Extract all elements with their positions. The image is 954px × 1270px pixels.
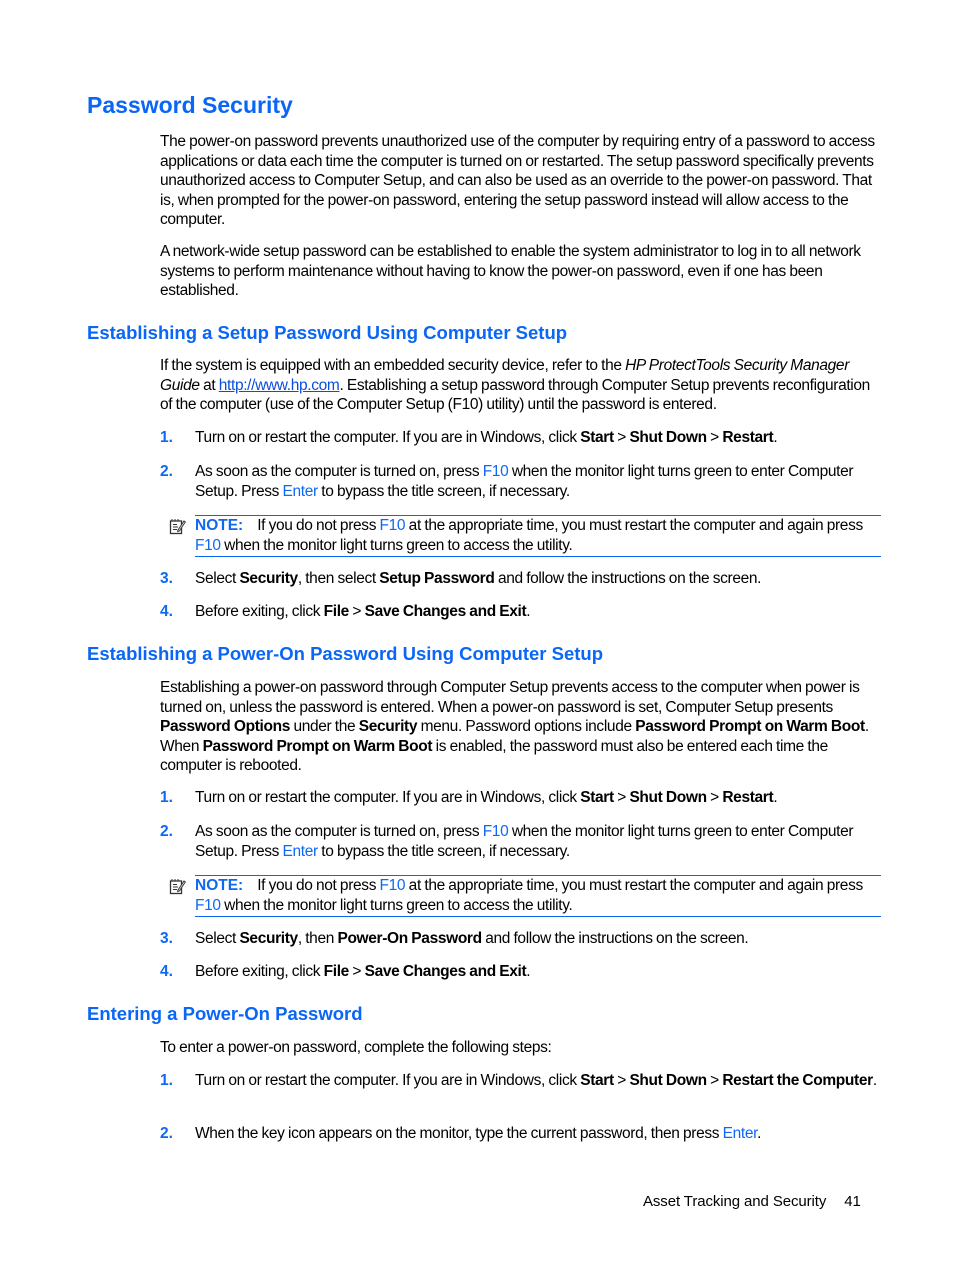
- section2-step-1: 1. Turn on or restart the computer. If y…: [160, 789, 778, 806]
- step-number: 1.: [160, 789, 173, 806]
- section-heading-setup-password: Establishing a Setup Password Using Comp…: [87, 322, 568, 343]
- step-number: 4.: [160, 603, 173, 620]
- section2-step-3: 3. Select Security, then Power-On Passwo…: [160, 930, 749, 947]
- step-number: 2.: [160, 463, 173, 480]
- section2-step-2: 2. As soon as the computer is turned on,…: [160, 823, 854, 860]
- step-number: 3.: [160, 930, 173, 947]
- intro-paragraph-1: The power-on password prevents unauthori…: [160, 133, 875, 228]
- step-number: 1.: [160, 1072, 173, 1089]
- note-label: NOTE:: [195, 517, 244, 534]
- step-number: 4.: [160, 963, 173, 980]
- section-heading-power-on-password: Establishing a Power-On Password Using C…: [87, 643, 604, 664]
- note-label: NOTE:: [195, 877, 244, 894]
- section2-paragraph: Establishing a power-on password through…: [160, 679, 869, 774]
- section1-step-1: 1. Turn on or restart the computer. If y…: [160, 429, 778, 446]
- page-title: Password Security: [87, 92, 293, 118]
- note-icon: [169, 879, 186, 895]
- section-heading-entering-password: Entering a Power-On Password: [87, 1003, 363, 1024]
- key-enter: Enter: [722, 1125, 758, 1142]
- section3-step-1: 1. Turn on or restart the computer. If y…: [160, 1072, 877, 1089]
- key-enter: Enter: [282, 482, 319, 500]
- step-number: 2.: [160, 1125, 173, 1142]
- step-number: 1.: [160, 429, 173, 446]
- key-enter: Enter: [282, 842, 319, 860]
- section1-step-2: 2. As soon as the computer is turned on,…: [160, 463, 854, 500]
- section1-note: NOTE: If you do not press F10 at the appr…: [169, 515, 881, 557]
- step-number: 2.: [160, 823, 173, 840]
- section1-step-4: 4. Before exiting, click File > Save Cha…: [160, 603, 531, 620]
- section1-paragraph: If the system is equipped with an embedd…: [160, 357, 870, 413]
- page-footer: Asset Tracking and Security 41: [643, 1193, 861, 1210]
- key-f10: F10: [482, 823, 509, 840]
- intro-paragraph-2: A network-wide setup password can be est…: [160, 243, 861, 299]
- section1-step-3: 3. Select Security, then select Setup Pa…: [160, 570, 762, 587]
- key-f10: F10: [482, 463, 509, 480]
- section2-step-4: 4. Before exiting, click File > Save Cha…: [160, 963, 531, 980]
- step-number: 3.: [160, 570, 173, 587]
- hp-website-link[interactable]: http://www.hp.com: [219, 377, 340, 394]
- footer-section-title: Asset Tracking and Security: [643, 1193, 827, 1210]
- section2-note: NOTE: If you do not press F10 at the appr…: [169, 875, 881, 917]
- page-number: 41: [844, 1193, 861, 1210]
- note-icon: [169, 519, 186, 535]
- section3-paragraph: To enter a power-on password, complete t…: [160, 1039, 552, 1056]
- section3-step-2: 2. When the key icon appears on the moni…: [160, 1125, 762, 1142]
